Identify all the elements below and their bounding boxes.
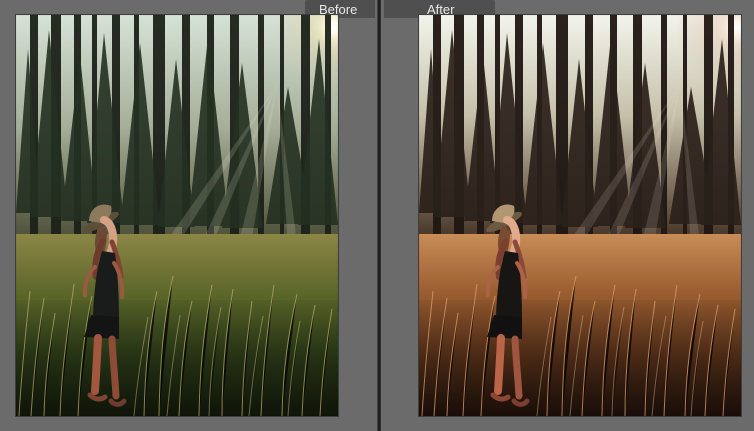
after-pane: After	[381, 0, 754, 431]
before-after-compare-view: Before After	[0, 0, 754, 431]
after-photo-image	[419, 15, 741, 416]
before-pane: Before	[0, 0, 377, 431]
before-photo[interactable]	[16, 15, 338, 416]
before-photo-image	[16, 15, 338, 416]
after-photo[interactable]	[419, 15, 741, 416]
